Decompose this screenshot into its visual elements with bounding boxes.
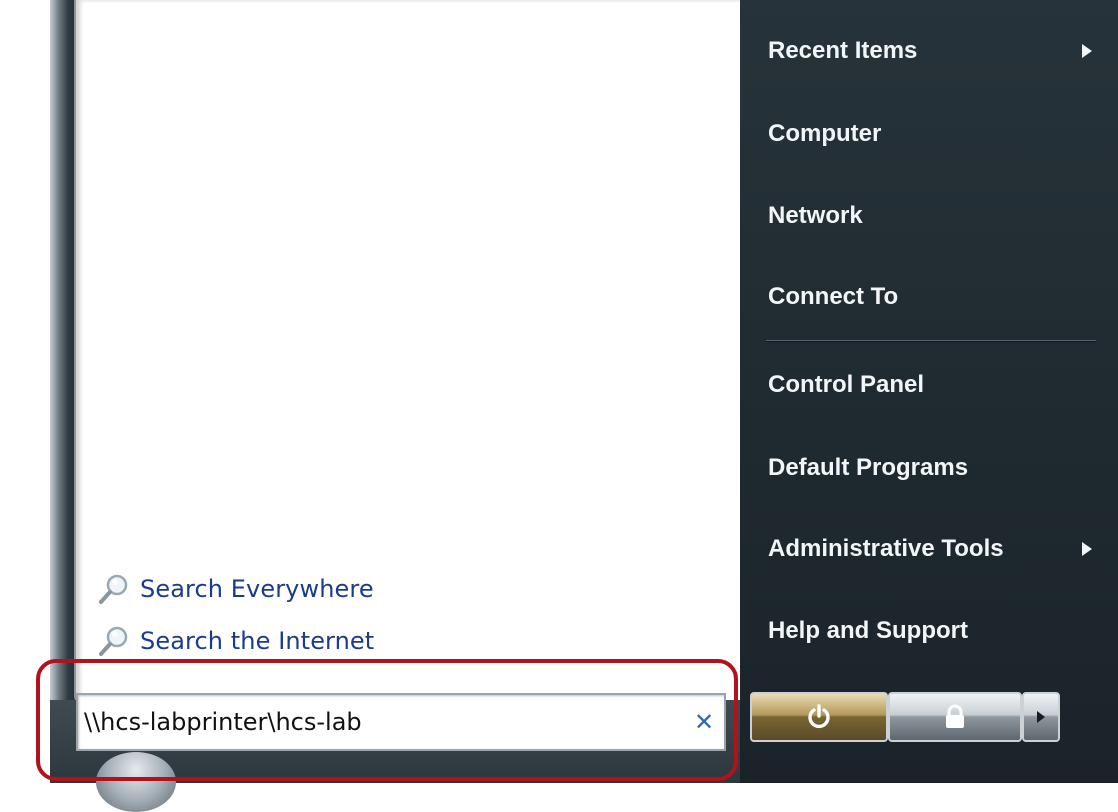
search-everywhere-link[interactable]: Search Everywhere <box>96 572 374 606</box>
start-orb[interactable] <box>96 752 176 812</box>
search-everywhere-label: Search Everywhere <box>140 575 374 603</box>
search-input[interactable]: \\hcs-labprinter\hcs-lab ✕ <box>76 693 726 751</box>
start-menu: Search Everywhere Search the Internet \\… <box>0 0 1118 812</box>
search-internet-label: Search the Internet <box>140 627 375 655</box>
menu-item-label: Administrative Tools <box>768 535 1004 562</box>
shutdown-options-button[interactable] <box>1022 692 1060 742</box>
submenu-arrow-icon <box>1082 44 1092 58</box>
menu-item-label: Default Programs <box>768 454 969 481</box>
submenu-arrow-icon <box>1082 542 1092 556</box>
search-internet-link[interactable]: Search the Internet <box>96 624 374 658</box>
shutdown-button[interactable] <box>750 692 888 742</box>
menu-item-administrative-tools[interactable]: Administrative Tools <box>768 527 1100 571</box>
menu-item-label: Recent Items <box>768 37 918 64</box>
menu-item-label: Control Panel <box>768 371 925 398</box>
menu-item-computer[interactable]: Computer <box>768 112 1100 156</box>
lock-button[interactable] <box>888 692 1022 742</box>
menu-item-default-programs[interactable]: Default Programs <box>768 446 1100 490</box>
menu-item-label: Computer <box>768 120 882 147</box>
menu-item-label: Help and Support <box>768 617 968 644</box>
search-input-value[interactable]: \\hcs-labprinter\hcs-lab <box>78 708 684 736</box>
chevron-right-icon <box>1037 711 1045 723</box>
power-icon <box>808 704 830 729</box>
search-icon <box>99 574 128 604</box>
search-icon <box>99 626 128 656</box>
menu-item-network[interactable]: Network <box>768 194 1100 238</box>
menu-item-label: Connect To <box>768 283 899 310</box>
lock-icon <box>946 704 964 728</box>
menu-item-connect-to[interactable]: Connect To <box>768 275 1100 319</box>
menu-item-recent-items[interactable]: Recent Items <box>768 29 1100 73</box>
menu-item-help-and-support[interactable]: Help and Support <box>768 609 1100 653</box>
close-icon[interactable]: ✕ <box>684 708 724 736</box>
menu-item-control-panel[interactable]: Control Panel <box>768 363 1100 407</box>
menu-separator <box>766 340 1096 342</box>
menu-item-label: Network <box>768 202 863 229</box>
